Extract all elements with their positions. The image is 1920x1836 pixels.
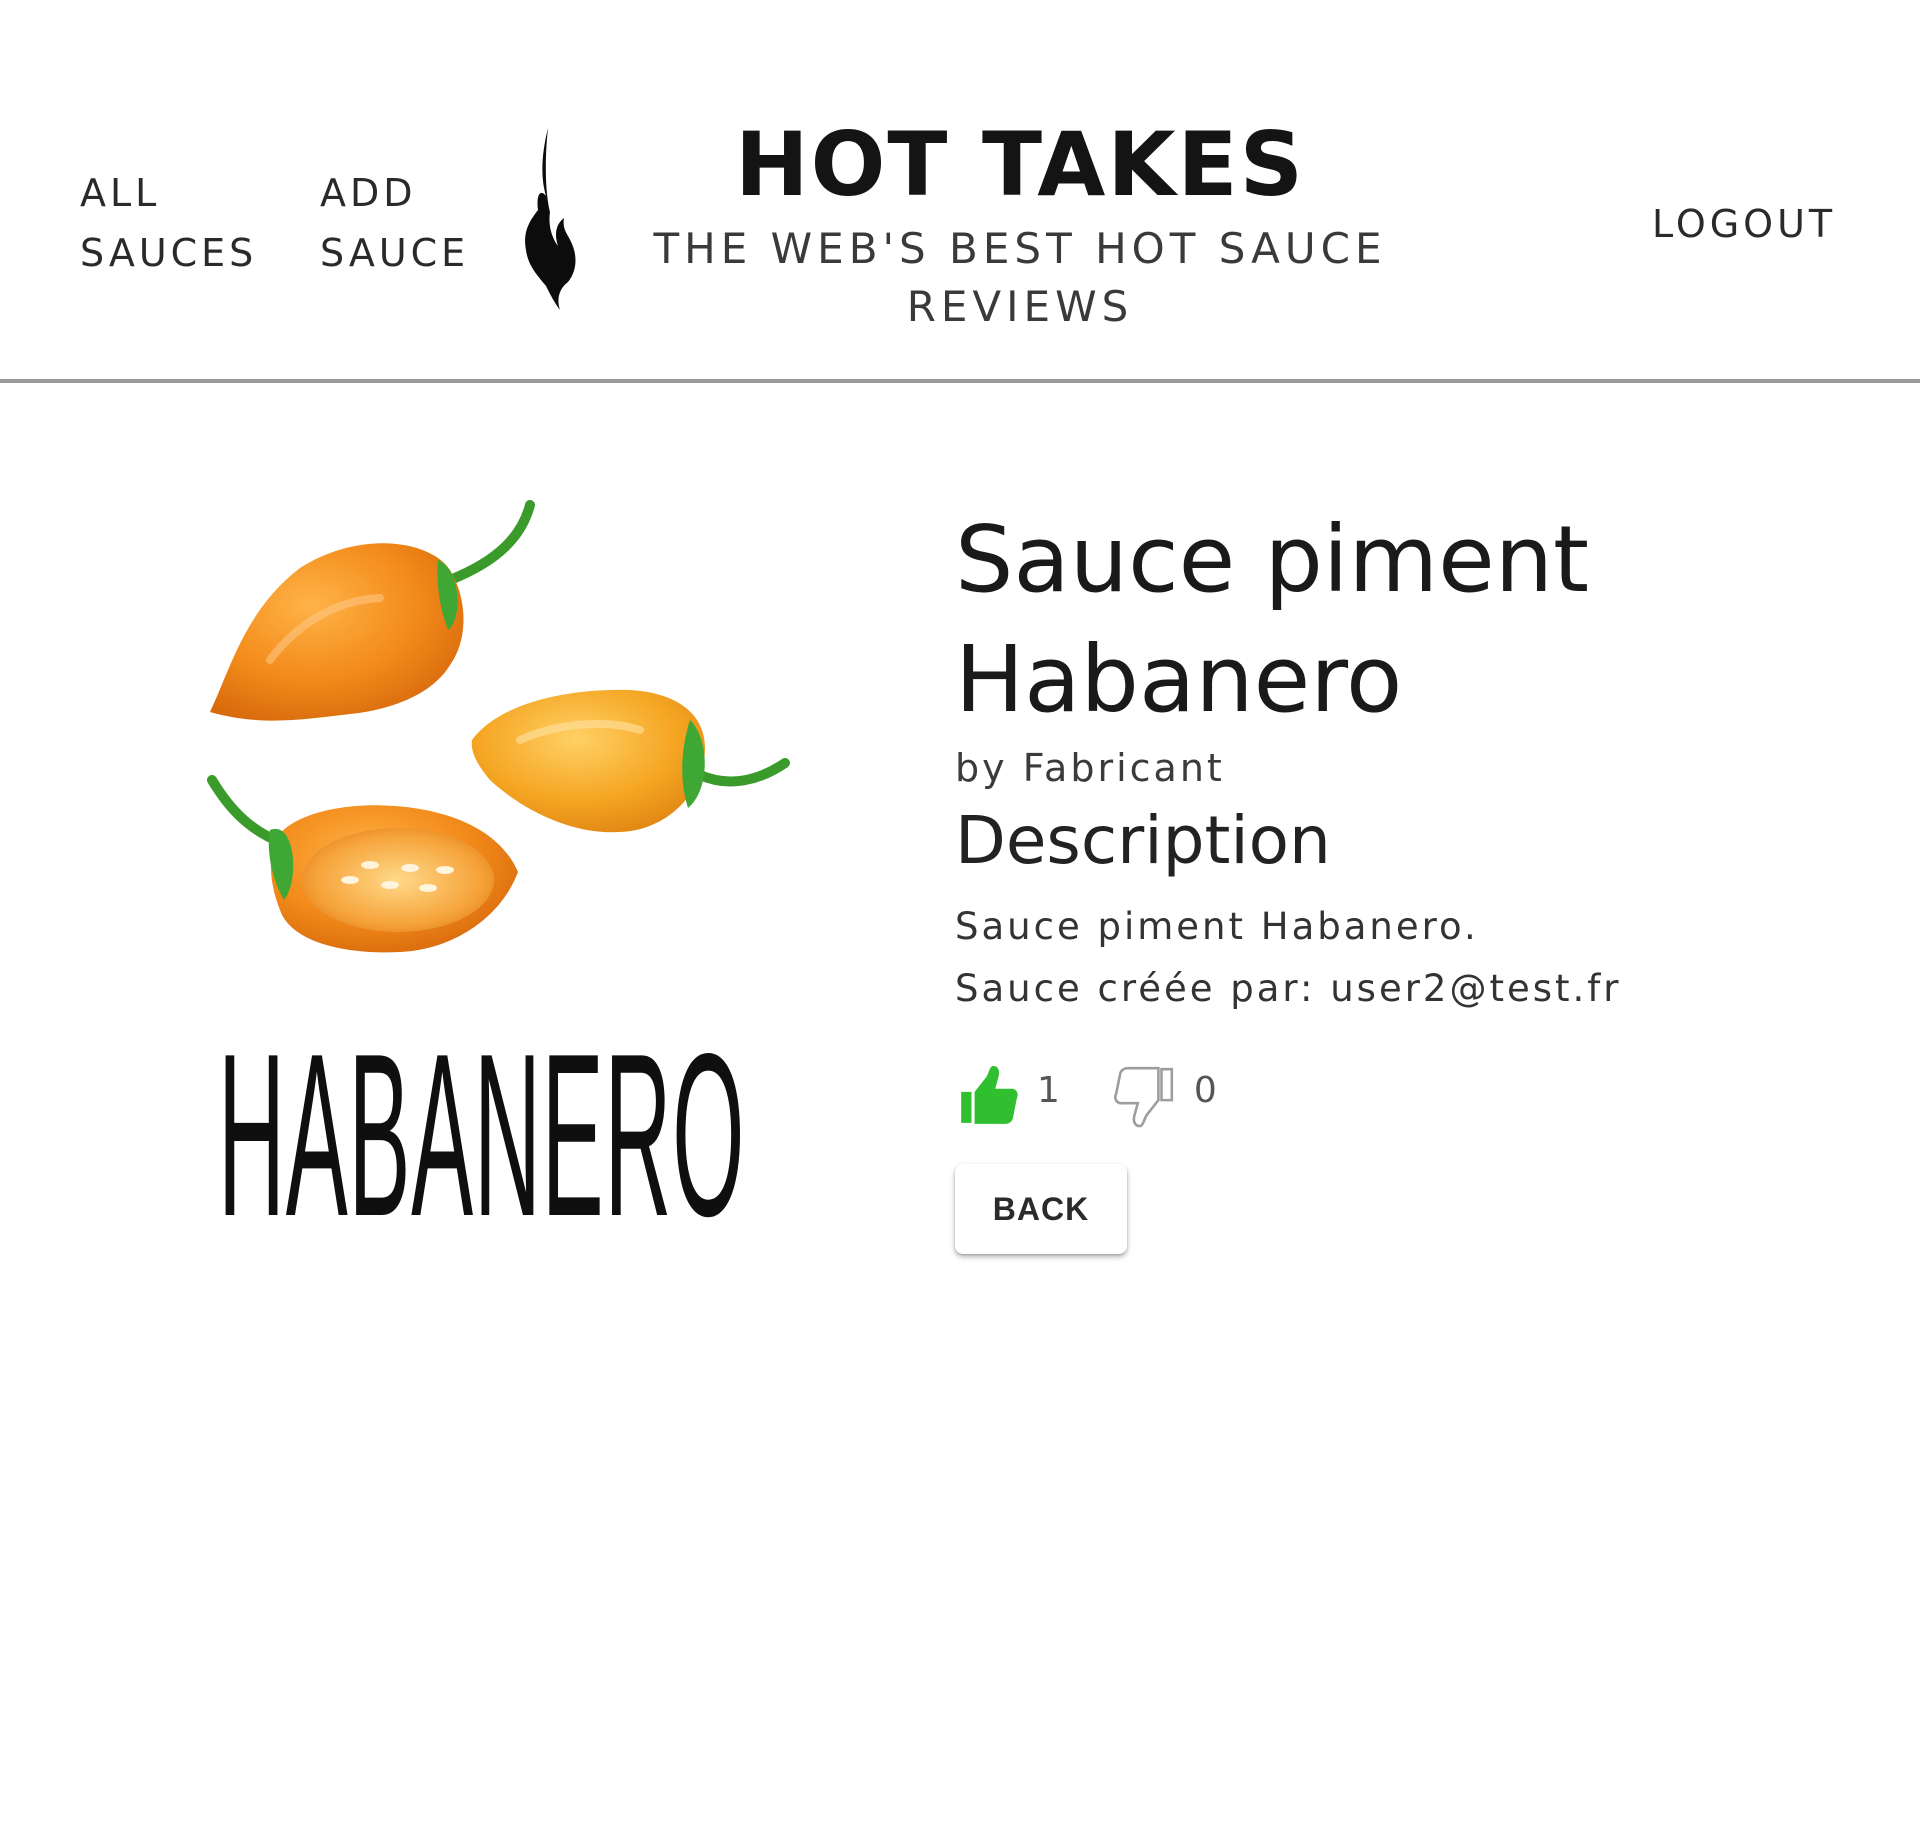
sauce-image: HABANERO bbox=[200, 490, 850, 1265]
sauce-details: Sauce piment Habanero by Fabricant Descr… bbox=[955, 500, 1775, 1254]
sauce-description: Sauce piment Habanero. Sauce créée par: … bbox=[955, 905, 1622, 1010]
site-title: HOT TAKES bbox=[734, 113, 1306, 216]
vote-bar: 1 0 bbox=[955, 1064, 1775, 1128]
sauce-name: Sauce piment Habanero bbox=[955, 506, 1590, 733]
logout-link[interactable]: LOGOUT bbox=[1652, 194, 1852, 254]
top-header: ALL SAUCES ADD SAUCE HOT TAKES THE WEB'S… bbox=[0, 0, 1920, 383]
thumbs-down-icon[interactable] bbox=[1112, 1063, 1178, 1129]
thumbs-up-icon[interactable] bbox=[955, 1063, 1021, 1129]
description-heading: Description bbox=[955, 802, 1331, 879]
site-tagline: THE WEB'S BEST HOT SAUCE REVIEWS bbox=[653, 224, 1387, 331]
habanero-peppers-illustration bbox=[207, 500, 790, 953]
back-button[interactable]: BACK bbox=[955, 1164, 1127, 1254]
like-count: 1 bbox=[1037, 1069, 1060, 1111]
dislike-count: 0 bbox=[1193, 1069, 1217, 1111]
brand-block: HOT TAKES THE WEB'S BEST HOT SAUCE REVIE… bbox=[630, 110, 1410, 336]
nav-all-sauces[interactable]: ALL SAUCES bbox=[80, 163, 270, 283]
nav-add-sauce[interactable]: ADD SAUCE bbox=[320, 163, 500, 283]
sauce-manufacturer: by Fabricant bbox=[955, 746, 1225, 790]
image-brand-label: HABANERO bbox=[218, 1006, 746, 1265]
flame-icon bbox=[525, 128, 576, 310]
